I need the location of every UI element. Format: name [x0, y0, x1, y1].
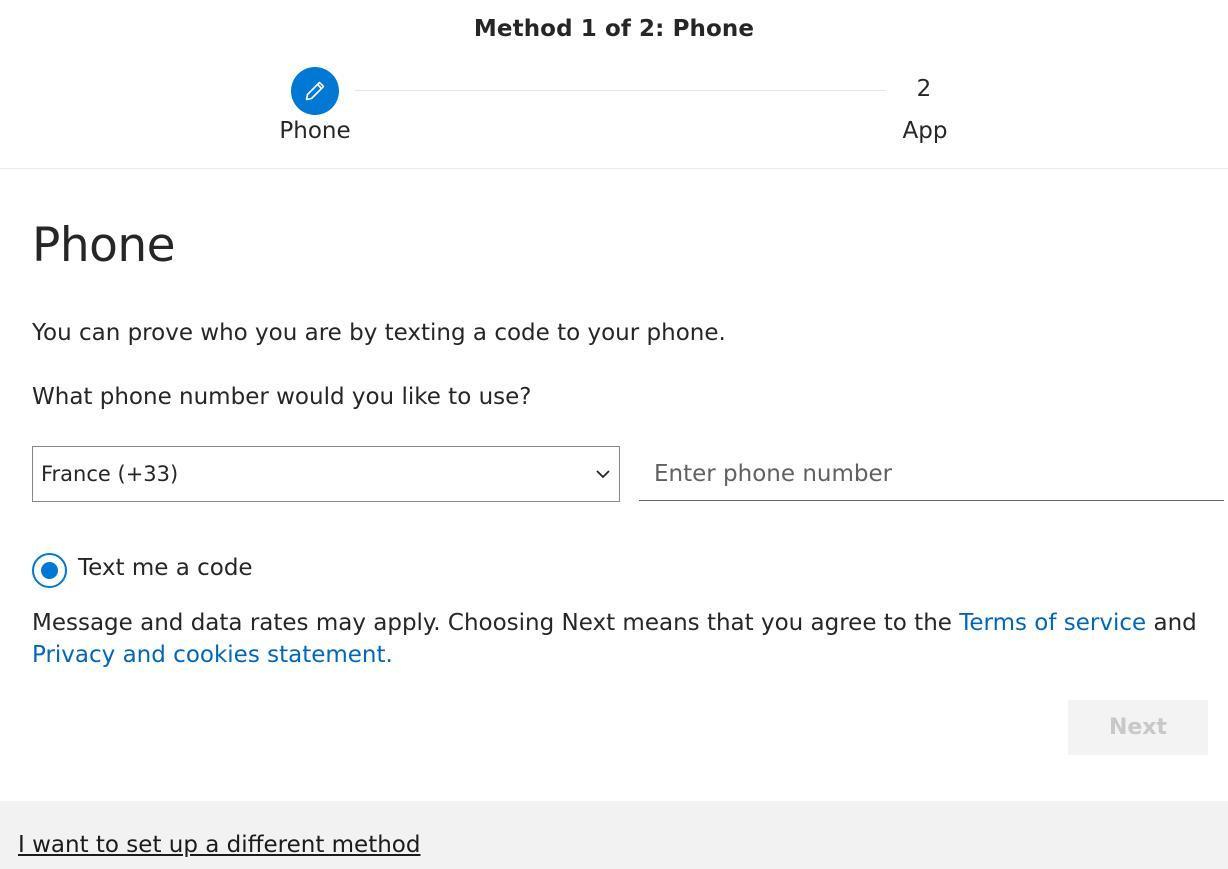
- chevron-down-icon: [595, 466, 611, 486]
- step-1-label: Phone: [279, 118, 351, 144]
- legal-and-text: and: [1146, 610, 1197, 636]
- legal-text: Message and data rates may apply. Choosi…: [32, 610, 960, 636]
- footer-bar: I want to set up a different method: [0, 801, 1228, 869]
- country-code-select[interactable]: France (+33): [32, 446, 620, 502]
- different-method-link[interactable]: I want to set up a different method: [18, 832, 420, 858]
- privacy-statement-link[interactable]: Privacy and cookies statement.: [32, 642, 393, 668]
- text-code-radio-label[interactable]: Text me a code: [78, 555, 253, 581]
- stepper-header: Method 1 of 2: Phone Phone 2 App: [0, 0, 1228, 169]
- legal-notice: Message and data rates may apply. Choosi…: [32, 607, 1212, 671]
- terms-of-service-link[interactable]: Terms of service: [959, 610, 1146, 636]
- next-button[interactable]: Next: [1068, 700, 1208, 755]
- country-code-value: France (+33): [41, 462, 179, 486]
- text-code-radio[interactable]: [32, 553, 67, 588]
- method-title: Method 1 of 2: Phone: [473, 16, 755, 42]
- description-text: You can prove who you are by texting a c…: [32, 320, 726, 346]
- step-2-label: App: [902, 118, 948, 144]
- step-1-indicator: [291, 67, 339, 115]
- radio-selected-dot: [41, 562, 58, 579]
- setup-page: Method 1 of 2: Phone Phone 2 App Phone Y…: [0, 0, 1228, 869]
- step-2-number: 2: [916, 76, 932, 102]
- phone-question: What phone number would you like to use?: [32, 384, 532, 410]
- page-title: Phone: [32, 218, 176, 273]
- stepper-connector-line: [355, 90, 886, 91]
- phone-number-input[interactable]: [639, 448, 1224, 501]
